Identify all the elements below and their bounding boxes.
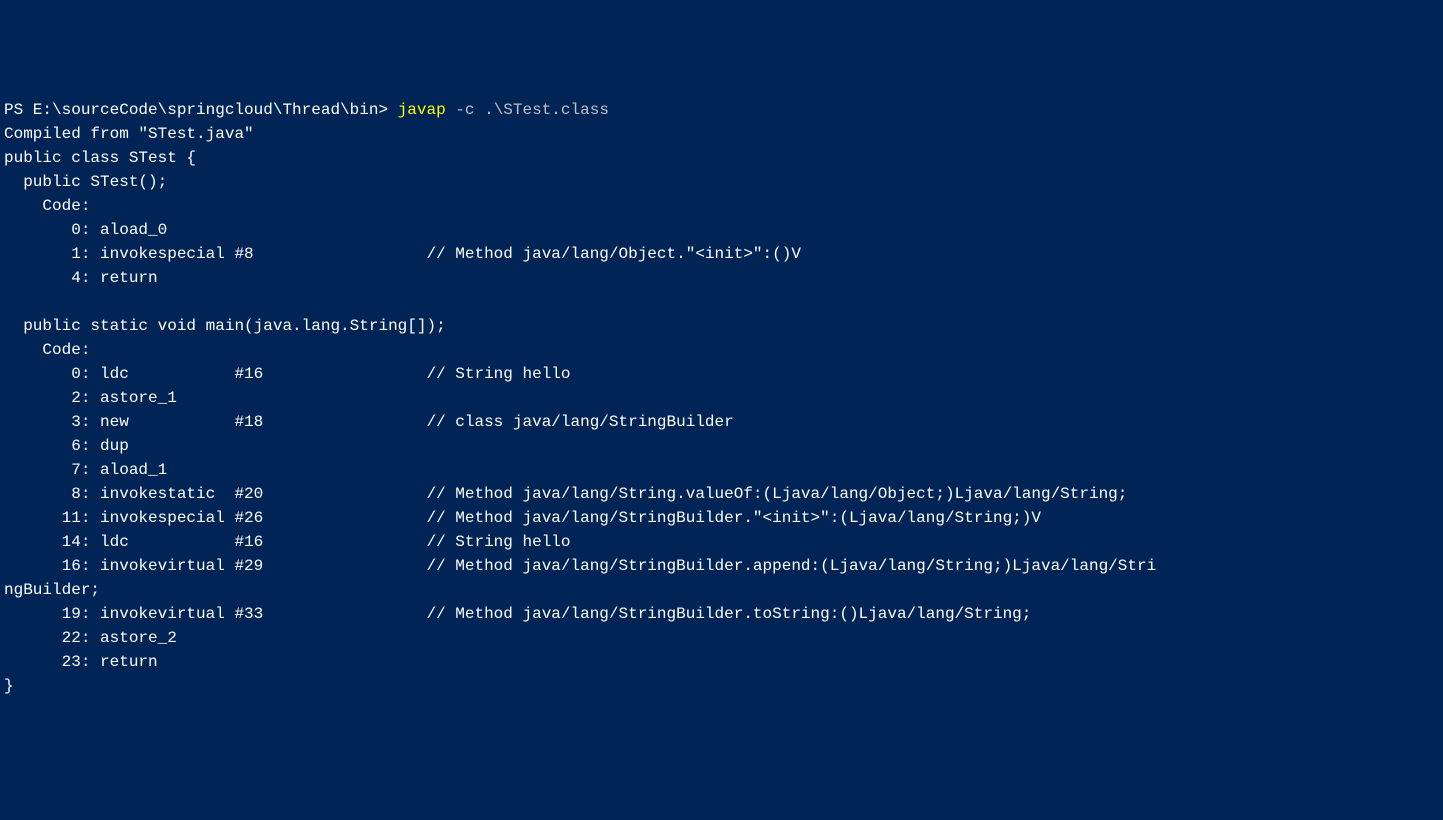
output-line: } [4,677,14,695]
output-line: 8: invokestatic #20 // Method java/lang/… [4,485,1127,503]
output-line: 1: invokespecial #8 // Method java/lang/… [4,245,801,263]
command-name: javap [398,101,446,119]
output-line: 0: ldc #16 // String hello [4,365,571,383]
output-line: 22: astore_2 [4,629,177,647]
output-line: 7: aload_1 [4,461,167,479]
terminal-output: PS E:\sourceCode\springcloud\Thread\bin>… [4,98,1439,698]
output-line: ngBuilder; [4,581,100,599]
output-line: public static void main(java.lang.String… [4,317,446,335]
output-line: public STest(); [4,173,167,191]
command-args: -c .\STest.class [446,101,609,119]
output-line: Compiled from "STest.java" [4,125,254,143]
output-line: 11: invokespecial #26 // Method java/lan… [4,509,1041,527]
output-line: public class STest { [4,149,196,167]
output-line: 2: astore_1 [4,389,177,407]
output-line: Code: [4,197,90,215]
output-line: 19: invokevirtual #33 // Method java/lan… [4,605,1031,623]
output-line: Code: [4,341,90,359]
output-line: 23: return [4,653,158,671]
output-line: 3: new #18 // class java/lang/StringBuil… [4,413,734,431]
output-line: 16: invokevirtual #29 // Method java/lan… [4,557,1156,575]
output-line: 4: return [4,269,158,287]
prompt-prefix: PS E:\sourceCode\springcloud\Thread\bin> [4,101,398,119]
output-line: 14: ldc #16 // String hello [4,533,571,551]
output-line: 6: dup [4,437,129,455]
output-line: 0: aload_0 [4,221,167,239]
